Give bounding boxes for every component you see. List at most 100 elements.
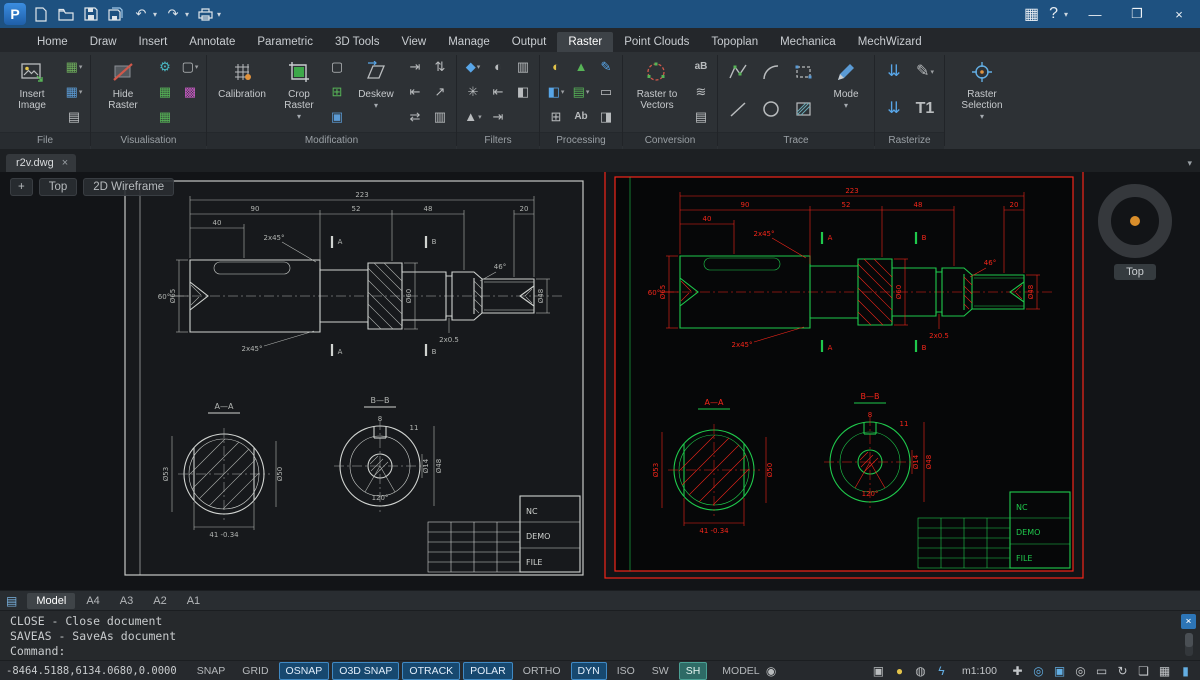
toggle-sh[interactable]: SH xyxy=(679,662,708,680)
graphics-performance-icon[interactable]: ϟ xyxy=(933,663,950,679)
layers-convert-icon[interactable]: ▤ xyxy=(689,105,713,128)
toggle-iso[interactable]: ISO xyxy=(610,662,642,680)
grid-display-icon[interactable]: ▦ xyxy=(1156,663,1173,679)
view-name-button[interactable]: Top xyxy=(39,178,78,196)
toggle-otrack[interactable]: OTRACK xyxy=(402,662,460,680)
image-stack-icon[interactable]: ▤ xyxy=(62,105,86,128)
trace-mode-button[interactable]: Mode ▾ xyxy=(822,55,870,131)
save-all-button[interactable] xyxy=(107,5,125,23)
deskew-button[interactable]: Deskew ▾ xyxy=(351,55,401,131)
toggle-o3dsnap[interactable]: O3D SNAP xyxy=(332,662,399,680)
calibration-button[interactable]: Calibration xyxy=(211,55,273,131)
hide-raster-button[interactable]: Hide Raster xyxy=(95,55,151,131)
rasterize-objects-icon[interactable]: ⇊ xyxy=(879,55,909,89)
toggle-snap[interactable]: SNAP xyxy=(190,662,233,680)
scale-raster-icon[interactable]: ↗ xyxy=(428,80,452,103)
crop-add-icon[interactable]: ⊞ xyxy=(325,80,349,103)
document-tab-r2v[interactable]: r2v.dwg × xyxy=(6,154,76,172)
tab-home[interactable]: Home xyxy=(26,32,79,52)
mirror-vertical-icon[interactable]: ⇅ xyxy=(428,55,452,78)
regen-icon[interactable]: ↻ xyxy=(1114,663,1131,679)
invert-filter-icon[interactable]: ◐ xyxy=(486,55,510,78)
annotation-scale[interactable]: m1:100 xyxy=(962,665,997,677)
histogram-icon[interactable]: ▥ xyxy=(511,55,535,78)
sheet-set-icon[interactable]: ❏ xyxy=(1135,663,1152,679)
selection-cycling-icon[interactable]: ▣ xyxy=(870,663,887,679)
color-range-icon[interactable]: ◧ ▾ xyxy=(544,80,568,103)
toggle-dyn[interactable]: DYN xyxy=(571,662,607,680)
raster-palette-icon[interactable]: ▩ xyxy=(178,80,202,103)
grid-correction-icon[interactable]: ⊞ xyxy=(544,105,568,128)
tab-insert[interactable]: Insert xyxy=(128,32,179,52)
gradient-icon[interactable]: ▤ ▾ xyxy=(569,80,593,103)
save-button[interactable] xyxy=(82,5,100,23)
minimize-button[interactable]: — xyxy=(1074,0,1116,28)
view-cube-ring[interactable] xyxy=(1098,184,1172,258)
trace-line-button[interactable] xyxy=(722,92,754,126)
help-dropdown[interactable]: ▾ xyxy=(1064,10,1068,19)
layout-tab-a3[interactable]: A3 xyxy=(111,593,142,609)
command-close-button[interactable]: × xyxy=(1181,614,1196,629)
command-scrollbar-thumb[interactable] xyxy=(1185,633,1193,647)
command-scrollbar[interactable] xyxy=(1185,633,1193,656)
toggle-polar[interactable]: POLAR xyxy=(463,662,513,680)
raster-frame-icon[interactable]: ▢ ▾ xyxy=(178,55,202,78)
toggle-grid[interactable]: GRID xyxy=(235,662,275,680)
model-space-indicator[interactable]: MODEL xyxy=(722,665,759,677)
crop-raster-button[interactable]: Crop Raster ▾ xyxy=(275,55,323,131)
text-recognition-icon[interactable]: aB xyxy=(689,55,713,78)
drawing-canvas[interactable]: 223 90 52 48 20 40 2x45° 46° 2x0.5 2x45° xyxy=(0,172,1200,590)
print-button[interactable] xyxy=(196,5,214,23)
trace-polyline-button[interactable] xyxy=(722,55,754,89)
trace-contour-button[interactable] xyxy=(788,55,820,89)
vectorized-view[interactable] xyxy=(605,172,1083,578)
text-to-raster-icon[interactable]: T1 xyxy=(910,92,940,126)
tab-draw[interactable]: Draw xyxy=(79,32,128,52)
raster-selection-button[interactable]: Raster Selection ▾ xyxy=(949,55,1015,131)
image-adjust-icon[interactable]: ▦ ▾ xyxy=(62,55,86,78)
tab-manage[interactable]: Manage xyxy=(437,32,501,52)
layout-tab-a4[interactable]: A4 xyxy=(77,593,108,609)
qat-dropdown[interactable]: ▾ xyxy=(217,10,221,19)
raster-settings-icon[interactable]: ⚙ xyxy=(153,55,177,78)
tab-annotate[interactable]: Annotate xyxy=(178,32,246,52)
view-cube[interactable]: Top xyxy=(1096,184,1174,280)
model-viewport[interactable]: 223 90 52 48 20 40 2x45° 46° 2x0.5 2x45° xyxy=(0,172,1200,590)
toggle-sw[interactable]: SW xyxy=(645,662,676,680)
sharpen-filter-icon[interactable]: ▲ ▾ xyxy=(461,105,485,128)
insert-image-button[interactable]: Insert Image xyxy=(4,55,60,131)
ocr-icon[interactable]: Ab xyxy=(569,105,593,128)
columns-icon[interactable]: ▥ xyxy=(428,105,452,128)
document-list-dropdown[interactable]: ▾ xyxy=(1187,158,1192,169)
vector-cleanup-icon[interactable]: ≋ xyxy=(689,80,713,103)
document-tab-close-icon[interactable]: × xyxy=(62,157,68,169)
view-cube-label[interactable]: Top xyxy=(1114,264,1156,280)
trace-circle-button[interactable] xyxy=(755,92,787,126)
zoom-previous-icon[interactable]: ◎ xyxy=(1072,663,1089,679)
contrast-icon[interactable]: ◐ xyxy=(544,55,568,78)
layout-tab-a2[interactable]: A2 xyxy=(144,593,175,609)
command-prompt[interactable]: Command: xyxy=(10,644,1174,659)
split-raster-icon[interactable]: ⇤ xyxy=(403,80,427,103)
close-button[interactable]: × xyxy=(1158,0,1200,28)
trace-arc-button[interactable] xyxy=(755,55,787,89)
layout-tab-model[interactable]: Model xyxy=(27,593,75,609)
thicken-lines-icon[interactable]: ⇥ xyxy=(486,105,510,128)
threshold-icon[interactable]: ◧ xyxy=(511,80,535,103)
despeckle-filter-icon[interactable]: ✳ xyxy=(461,80,485,103)
tab-3d-tools[interactable]: 3D Tools xyxy=(324,32,391,52)
viewport-menu-button[interactable]: + xyxy=(10,178,33,196)
tab-parametric[interactable]: Parametric xyxy=(246,32,324,52)
thin-lines-icon[interactable]: ⇤ xyxy=(486,80,510,103)
zoom-realtime-icon[interactable]: ◎ xyxy=(1030,663,1047,679)
layout-tab-a1[interactable]: A1 xyxy=(178,593,209,609)
trace-hatch-button[interactable] xyxy=(788,92,820,126)
workspace-icon[interactable]: ◉ xyxy=(763,663,780,679)
raster-preview-icon[interactable]: ▦ xyxy=(153,105,177,128)
layouts-icon[interactable]: ▤ xyxy=(6,594,17,608)
zoom-window-icon[interactable]: ▣ xyxy=(1051,663,1068,679)
tab-point-clouds[interactable]: Point Clouds xyxy=(613,32,700,52)
tab-mechwizard[interactable]: MechWizard xyxy=(847,32,933,52)
draw-pen-icon[interactable]: ✎ xyxy=(594,55,618,78)
full-screen-icon[interactable]: ▭ xyxy=(1093,663,1110,679)
